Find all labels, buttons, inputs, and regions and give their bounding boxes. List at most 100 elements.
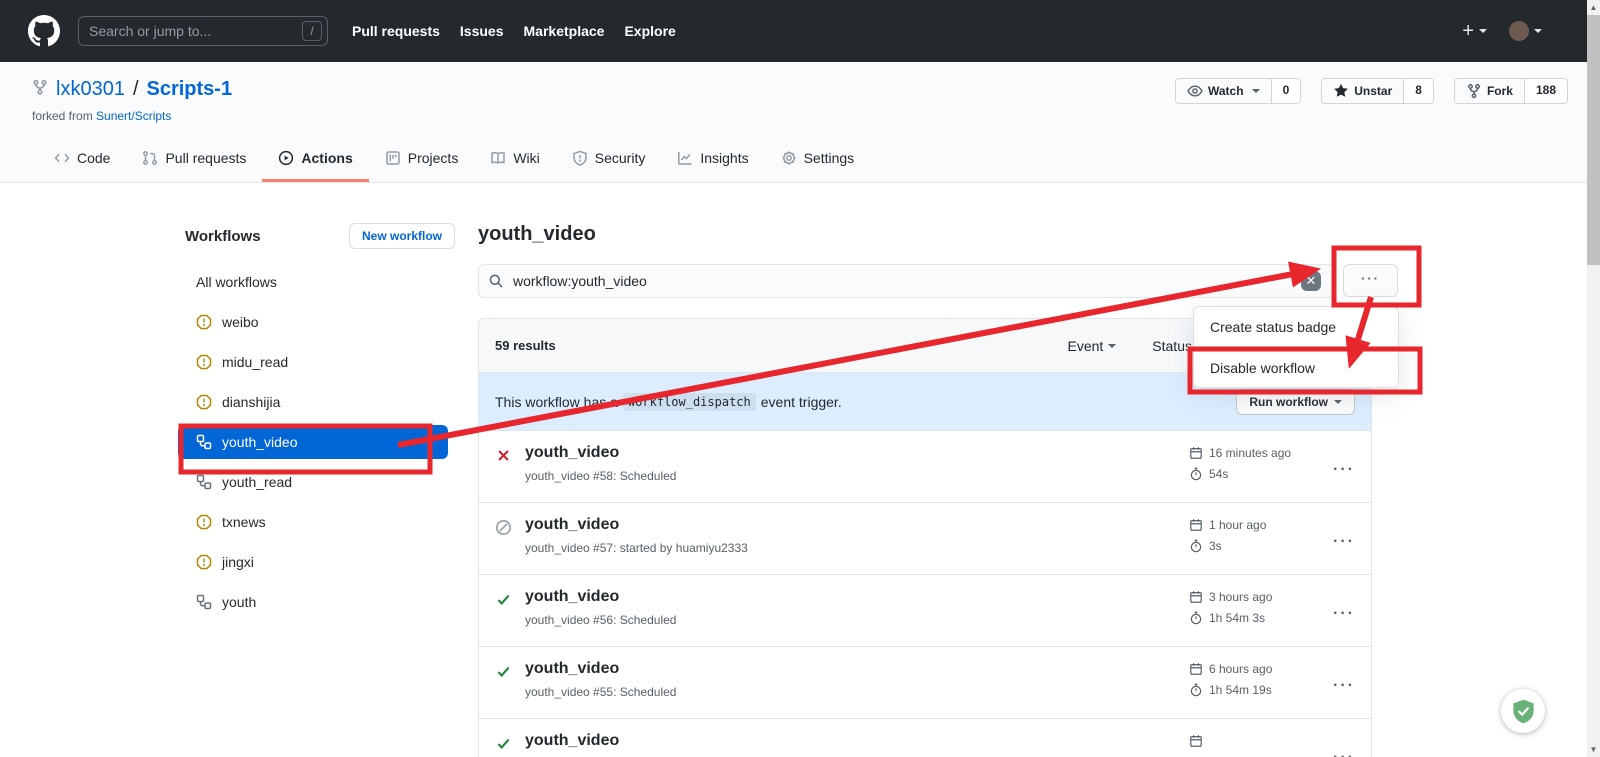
event-filter[interactable]: Event bbox=[1067, 338, 1116, 354]
run-time: 16 minutes ago bbox=[1209, 446, 1291, 460]
gear-icon bbox=[781, 150, 797, 166]
fork-count[interactable]: 188 bbox=[1525, 78, 1568, 104]
menu-item-disable-workflow[interactable]: Disable workflow bbox=[1194, 347, 1398, 387]
menu-item-create-status-badge[interactable]: Create status badge bbox=[1194, 307, 1398, 347]
book-icon bbox=[490, 150, 506, 166]
tab-settings[interactable]: Settings bbox=[765, 139, 871, 182]
run-description: youth_video #57: started by huamiyu2333 bbox=[525, 541, 1189, 555]
run-duration: 3s bbox=[1209, 539, 1222, 553]
chevron-down-icon bbox=[1252, 89, 1260, 93]
run-row[interactable]: youth_video youth_video #57: started by h… bbox=[479, 502, 1371, 574]
nav-marketplace[interactable]: Marketplace bbox=[524, 23, 605, 39]
nav-explore[interactable]: Explore bbox=[624, 23, 675, 39]
scrollbar-thumb[interactable] bbox=[1587, 15, 1600, 265]
run-row[interactable]: youth_video youth_video #58: Scheduled 16… bbox=[479, 430, 1371, 502]
run-description: youth_video #58: Scheduled bbox=[525, 469, 1189, 483]
sidebar-item-youth-video[interactable]: youth_video bbox=[178, 425, 448, 459]
sidebar-item-midu-read[interactable]: midu_read bbox=[178, 345, 448, 379]
github-actions-page: / Pull requests Issues Marketplace Explo… bbox=[0, 0, 1600, 757]
warning-icon bbox=[196, 354, 212, 370]
tab-projects[interactable]: Projects bbox=[369, 139, 475, 182]
sidebar-item-youth-read[interactable]: youth_read bbox=[178, 465, 448, 499]
chevron-down-icon bbox=[1108, 344, 1116, 348]
success-icon bbox=[495, 735, 513, 757]
run-title-link[interactable]: youth_video bbox=[525, 732, 1189, 750]
run-row[interactable]: youth_videoyouth_video #55: Scheduled 6 … bbox=[479, 646, 1371, 718]
workflow-options-menu: Create status badge Disable workflow bbox=[1193, 306, 1399, 388]
workflows-sidebar: Workflows New workflow All workflows wei… bbox=[178, 223, 478, 757]
runs-filter-input[interactable] bbox=[478, 264, 1335, 298]
run-time: 3 hours ago bbox=[1209, 590, 1272, 604]
warning-icon bbox=[196, 394, 212, 410]
scrollbar-up-arrow-icon[interactable]: ▲ bbox=[1587, 0, 1600, 15]
run-row[interactable]: youth_videoyouth_video #56: Scheduled 3 … bbox=[479, 574, 1371, 646]
calendar-icon bbox=[1189, 446, 1203, 460]
watch-button[interactable]: Watch bbox=[1175, 78, 1272, 104]
new-workflow-button[interactable]: New workflow bbox=[349, 223, 455, 249]
run-options-button[interactable]: ··· bbox=[1319, 732, 1355, 757]
eye-icon bbox=[1187, 83, 1203, 99]
run-options-button[interactable]: ··· bbox=[1319, 588, 1355, 646]
scrollbar-down-arrow-icon[interactable]: ▼ bbox=[1587, 742, 1600, 757]
run-options-button[interactable]: ··· bbox=[1319, 516, 1355, 574]
repo-name-link[interactable]: Scripts-1 bbox=[147, 78, 233, 101]
page-scrollbar[interactable]: ▲ ▼ bbox=[1587, 0, 1600, 757]
forked-from: forked from Sunert/Scripts bbox=[32, 109, 1568, 123]
success-icon bbox=[495, 591, 513, 646]
create-new-menu[interactable]: + bbox=[1462, 20, 1487, 43]
workflow-icon bbox=[196, 594, 212, 610]
chevron-down-icon bbox=[1334, 400, 1342, 404]
sidebar-item-weibo[interactable]: weibo bbox=[178, 305, 448, 339]
shield-check-icon bbox=[1510, 698, 1537, 725]
stopwatch-icon bbox=[1189, 539, 1203, 553]
run-title-link[interactable]: youth_video bbox=[525, 444, 1189, 462]
tab-insights[interactable]: Insights bbox=[661, 139, 764, 182]
clear-filter-button[interactable]: ✕ bbox=[1301, 271, 1321, 291]
run-options-button[interactable]: ··· bbox=[1319, 660, 1355, 718]
nav-issues[interactable]: Issues bbox=[460, 23, 504, 39]
workflow-icon bbox=[196, 434, 212, 450]
forked-from-link[interactable]: Sunert/Scripts bbox=[96, 109, 171, 123]
github-logo-icon[interactable] bbox=[28, 15, 60, 47]
sidebar-title: Workflows bbox=[178, 228, 261, 245]
search-icon bbox=[488, 273, 504, 289]
tab-wiki[interactable]: Wiki bbox=[474, 139, 555, 182]
fork-icon bbox=[1466, 83, 1482, 99]
global-search-input[interactable] bbox=[78, 16, 328, 46]
cancelled-icon bbox=[495, 519, 513, 574]
workflow-list: All workflows weibo midu_read dianshijia… bbox=[178, 265, 478, 619]
unstar-button[interactable]: Unstar bbox=[1321, 78, 1404, 104]
header-nav: Pull requests Issues Marketplace Explore bbox=[352, 23, 676, 39]
stopwatch-icon bbox=[1189, 683, 1203, 697]
sidebar-item-txnews[interactable]: txnews bbox=[178, 505, 448, 539]
adguard-badge[interactable] bbox=[1501, 689, 1545, 733]
calendar-icon bbox=[1189, 590, 1203, 604]
watch-count[interactable]: 0 bbox=[1272, 78, 1302, 104]
sidebar-item-jingxi[interactable]: jingxi bbox=[178, 545, 448, 579]
nav-pull-requests[interactable]: Pull requests bbox=[352, 23, 440, 39]
stopwatch-icon bbox=[1189, 467, 1203, 481]
star-count[interactable]: 8 bbox=[1404, 78, 1434, 104]
run-title-link[interactable]: youth_video bbox=[525, 588, 1189, 606]
run-row[interactable]: youth_video ··· bbox=[479, 718, 1371, 757]
tab-security[interactable]: Security bbox=[556, 139, 662, 182]
top-header: / Pull requests Issues Marketplace Explo… bbox=[0, 0, 1600, 62]
run-options-button[interactable]: ··· bbox=[1319, 444, 1355, 502]
repo-owner-link[interactable]: lxk0301 bbox=[56, 78, 125, 101]
tab-pull-requests[interactable]: Pull requests bbox=[126, 139, 262, 182]
workflow-options-button[interactable]: ··· bbox=[1343, 264, 1398, 297]
sidebar-item-youth[interactable]: youth bbox=[178, 585, 448, 619]
tab-code[interactable]: Code bbox=[38, 139, 126, 182]
code-icon bbox=[54, 150, 70, 166]
sidebar-item-all-workflows[interactable]: All workflows bbox=[178, 265, 448, 299]
user-menu[interactable] bbox=[1509, 21, 1542, 41]
repo-header: lxk0301 / Scripts-1 Watch 0 Unstar bbox=[0, 62, 1600, 183]
slash-key-hint: / bbox=[302, 21, 322, 41]
sidebar-item-dianshijia[interactable]: dianshijia bbox=[178, 385, 448, 419]
run-duration: 1h 54m 3s bbox=[1209, 611, 1265, 625]
run-title-link[interactable]: youth_video bbox=[525, 660, 1189, 678]
tab-actions[interactable]: Actions bbox=[262, 139, 368, 182]
run-title-link[interactable]: youth_video bbox=[525, 516, 1189, 534]
run-workflow-button[interactable]: Run workflow bbox=[1236, 389, 1355, 415]
fork-button[interactable]: Fork bbox=[1454, 78, 1525, 104]
